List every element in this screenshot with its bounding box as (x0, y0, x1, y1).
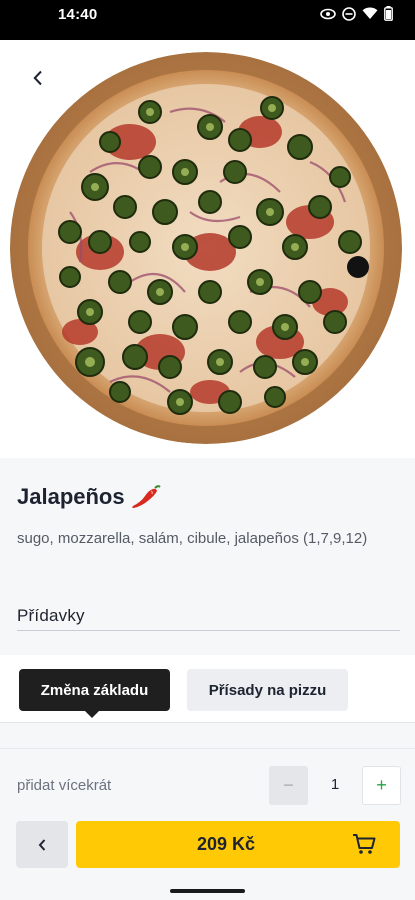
chevron-left-icon (33, 70, 42, 86)
status-bar: 14:40 (0, 0, 415, 40)
quantity-decrease-button[interactable]: − (269, 766, 308, 805)
bottom-separator (0, 748, 415, 749)
dnd-icon (342, 6, 356, 21)
change-base-button[interactable]: Změna základu (19, 669, 170, 718)
product-title: Jalapeños (17, 484, 125, 509)
pizza-image (10, 52, 402, 444)
home-indicator[interactable] (170, 889, 245, 893)
section-divider (17, 630, 400, 631)
title-row: Jalapeños (17, 484, 161, 510)
price-label: 209 Kč (196, 834, 256, 854)
wifi-icon (362, 7, 378, 19)
bottom-panel-edge (0, 722, 415, 723)
back-button[interactable] (24, 64, 52, 92)
quantity-value: 1 (330, 776, 340, 793)
status-time: 14:40 (58, 6, 98, 23)
quantity-increase-button[interactable]: + (362, 766, 401, 805)
add-multiple-label: přidat vícekrát (17, 777, 112, 794)
product-description: sugo, mozzarella, salám, cibule, jalapeñ… (17, 530, 368, 547)
pizza-toppings-button[interactable]: Přísady na pizzu (187, 669, 348, 711)
chili-pepper-icon (131, 485, 161, 508)
cart-icon (353, 834, 376, 854)
eye-icon (320, 8, 336, 19)
add-to-cart-button[interactable]: 209 Kč (76, 821, 400, 868)
extras-section-label: Přídavky (17, 606, 85, 625)
chevron-left-icon (38, 838, 46, 851)
battery-icon (384, 6, 393, 21)
status-icons (320, 6, 393, 21)
product-hero (0, 40, 415, 458)
back-bottom-button[interactable] (16, 821, 68, 868)
